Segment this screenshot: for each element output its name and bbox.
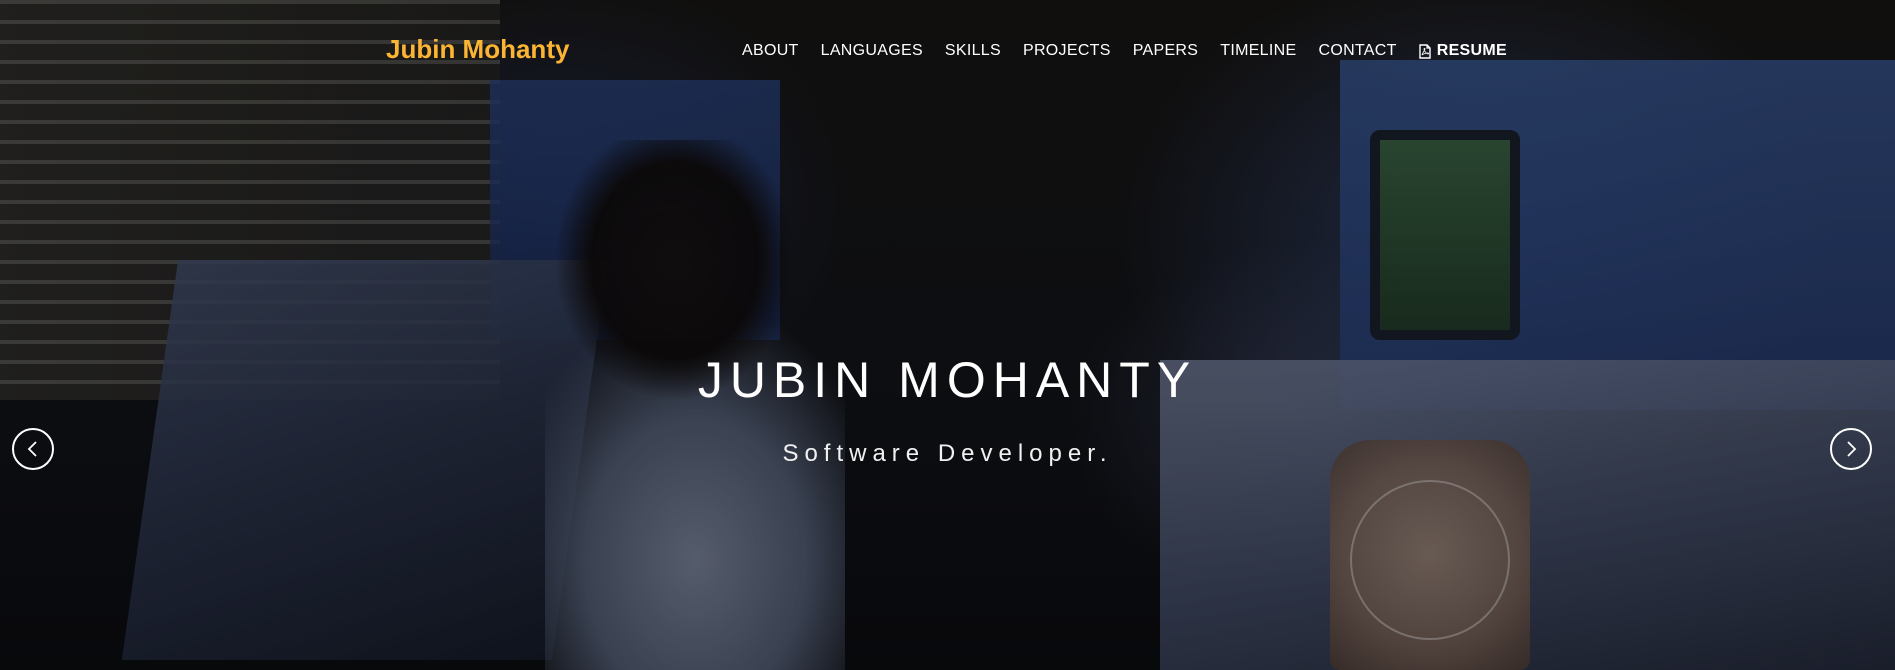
hero-section: Jubin Mohanty ABOUT LANGUAGES SKILLS PRO…	[0, 0, 1895, 670]
nav-item-resume[interactable]: RESUME	[1419, 42, 1507, 60]
chevron-left-icon	[27, 441, 37, 457]
chevron-right-icon	[1847, 441, 1857, 457]
nav-item-papers[interactable]: PAPERS	[1133, 42, 1199, 60]
nav-item-languages[interactable]: LANGUAGES	[821, 42, 923, 60]
nav-item-skills[interactable]: SKILLS	[945, 42, 1001, 60]
hero-subtitle: Software Developer.	[782, 440, 1113, 467]
hero-title: JUBIN MOHANTY	[697, 352, 1198, 408]
carousel-prev-button[interactable]	[12, 428, 54, 470]
nav-item-about[interactable]: ABOUT	[742, 42, 799, 60]
pdf-file-icon	[1419, 43, 1431, 59]
nav-item-contact[interactable]: CONTACT	[1318, 42, 1396, 60]
nav-item-timeline[interactable]: TIMELINE	[1220, 42, 1296, 60]
nav-menu: ABOUT LANGUAGES SKILLS PROJECTS PAPERS T…	[742, 42, 1507, 60]
brand-logo-link[interactable]: Jubin Mohanty	[386, 34, 569, 65]
navbar: Jubin Mohanty ABOUT LANGUAGES SKILLS PRO…	[0, 0, 1895, 102]
carousel-next-button[interactable]	[1830, 428, 1872, 470]
nav-item-projects[interactable]: PROJECTS	[1023, 42, 1111, 60]
nav-item-resume-label: RESUME	[1436, 42, 1507, 59]
